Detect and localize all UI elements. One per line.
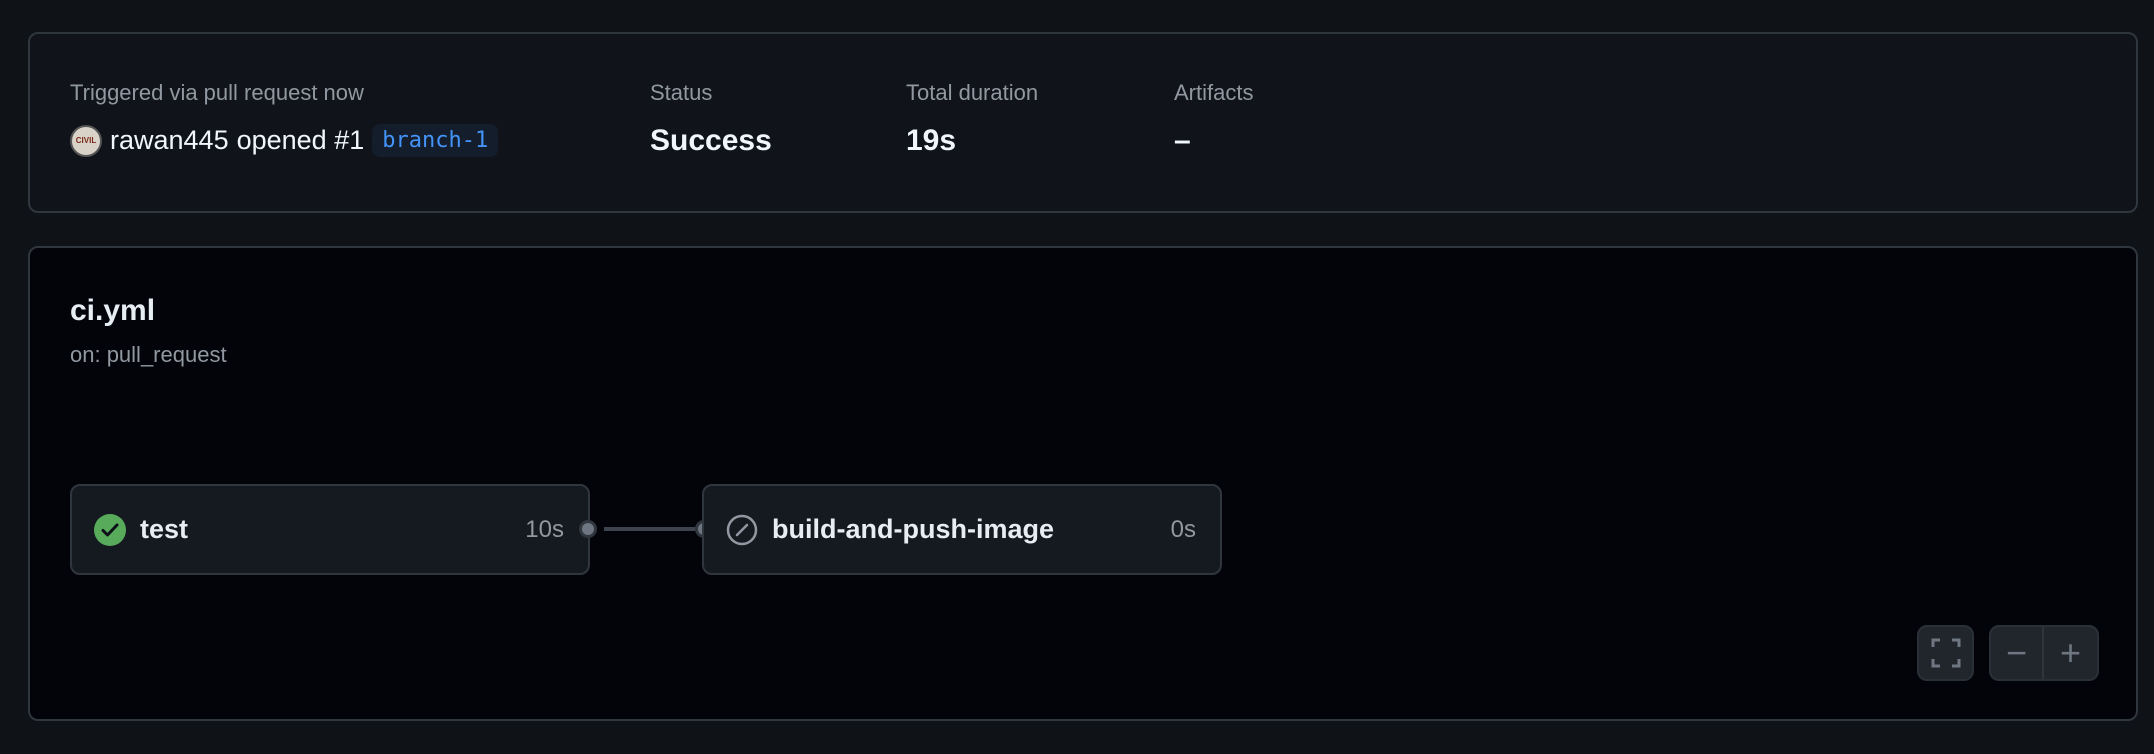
run-summary: Triggered via pull request now CIVIL raw… <box>28 32 2138 213</box>
zoom-out-button[interactable]: − <box>1991 627 2045 679</box>
status-value: Success <box>650 124 772 157</box>
branch-badge[interactable]: branch-1 <box>372 124 499 157</box>
artifacts-section: Artifacts – <box>1174 80 1253 158</box>
duration-label: Total duration <box>906 80 1039 105</box>
actor-link[interactable]: rawan445 <box>110 125 229 156</box>
job-duration: 10s <box>525 515 564 543</box>
action-text[interactable]: opened #1 <box>237 125 365 156</box>
workflow-trigger: on: pull_request <box>70 342 227 367</box>
check-circle-icon <box>94 513 126 546</box>
duration-value: 19s <box>906 124 957 157</box>
job-name: build-and-push-image <box>772 514 1054 544</box>
fullscreen-icon <box>1931 638 1960 668</box>
job-name: test <box>140 514 189 544</box>
job-duration: 0s <box>1170 515 1196 543</box>
job-build-and-push-image[interactable]: build-and-push-image 0s <box>702 484 1222 575</box>
skip-icon <box>726 514 758 545</box>
status-section: Status Success <box>650 80 772 158</box>
zoom-in-button[interactable]: + <box>2044 627 2097 679</box>
avatar[interactable]: CIVIL <box>70 124 102 157</box>
workflow-title[interactable]: ci.yml <box>70 294 155 328</box>
connector-dot <box>579 520 597 538</box>
status-label: Status <box>650 80 713 105</box>
job-test[interactable]: test 10s <box>70 484 590 575</box>
fullscreen-button[interactable] <box>1917 625 1974 681</box>
duration-section: Total duration 19s <box>906 80 1038 158</box>
zoom-controls: − + <box>1989 625 2099 681</box>
trigger-section: Triggered via pull request now CIVIL raw… <box>70 80 499 157</box>
workflow-graph: ci.yml on: pull_request test 10s build-a… <box>28 246 2138 721</box>
artifacts-label: Artifacts <box>1174 80 1254 105</box>
artifacts-value: – <box>1174 124 1191 157</box>
trigger-label: Triggered via pull request now <box>70 80 364 105</box>
